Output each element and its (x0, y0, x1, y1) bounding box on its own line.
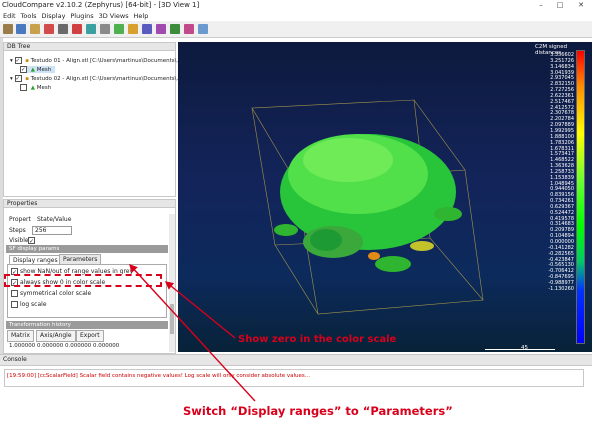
scale-tick-list: 3.356602 3.251726 3.146834 3.041939 2.937045… (542, 52, 574, 293)
steps-label: Steps (9, 227, 26, 234)
scale-bar-line (485, 349, 555, 350)
sample-icon[interactable] (114, 24, 124, 34)
symmetrical-checkbox[interactable] (11, 290, 18, 297)
save-icon[interactable] (16, 24, 26, 34)
menu-help[interactable]: Help (134, 12, 149, 20)
tab-axis-angle[interactable]: Axis/Angle (36, 330, 76, 342)
menu-plugins[interactable]: Plugins (70, 12, 93, 20)
3d-scene (251, 99, 484, 315)
annotation-switch: Switch “Display ranges” to “Parameters” (183, 404, 453, 418)
tree-item-testudo-02[interactable]: ▾ ✓ ▪ Testudo 02 - Align.stl [C:\Users\m… (10, 75, 182, 82)
clone-icon[interactable] (30, 24, 40, 34)
log-scale-checkbox[interactable] (11, 301, 18, 308)
menu-display[interactable]: Display (41, 12, 65, 20)
db-tree-panel: DB Tree ▾ ✓ ▪ Testudo 01 - Align.stl [C:… (3, 42, 182, 197)
tree-checkbox[interactable]: ✓ (14, 57, 22, 64)
tab-matrix[interactable]: Matrix (7, 330, 34, 342)
segment-icon[interactable] (100, 24, 110, 34)
align-icon[interactable] (142, 24, 152, 34)
highlight-box (4, 274, 162, 287)
tab-export[interactable]: Export (76, 330, 104, 342)
scale-tick-label: -1.130260 (548, 285, 574, 292)
db-tree-header: DB Tree (4, 43, 175, 51)
option-log-scale[interactable]: log scale (11, 301, 47, 308)
transformation-history-section: Transformation history (6, 321, 168, 329)
tree-item-label: Testudo 01 - Align.stl [C:\Users\martinu… (30, 58, 182, 64)
tree-expand-icon[interactable]: ▾ (10, 58, 13, 64)
option-label: symmetrical color scale (20, 290, 92, 297)
translate-icon[interactable] (86, 24, 96, 34)
tree-item-label: Mesh (36, 85, 52, 91)
menu-edit[interactable]: Edit (3, 12, 16, 20)
menu-tools[interactable]: Tools (21, 12, 37, 20)
normals-icon[interactable] (170, 24, 180, 34)
tree-item-testudo-01[interactable]: ▾ ✓ ▪ Testudo 01 - Align.stl [C:\Users\m… (10, 57, 182, 64)
menu-3d-views[interactable]: 3D Views (99, 12, 129, 20)
minimize-button[interactable]: – (534, 0, 548, 11)
menu-bar: Edit Tools Display Plugins 3D Views Help (0, 11, 592, 21)
folder-icon: ▪ (25, 76, 29, 82)
visible-checkbox[interactable]: ✓ (28, 237, 35, 245)
window-title: CloudCompare v2.10.2 (Zephyrus) [64-bit]… (2, 1, 200, 9)
console-log: [19:59:00] [ccScalarField] Scalar field … (4, 369, 584, 387)
tree-checkbox[interactable] (20, 84, 27, 91)
title-bar: CloudCompare v2.10.2 (Zephyrus) [64-bit]… (0, 0, 592, 11)
option-symmetrical[interactable]: symmetrical color scale (11, 290, 91, 297)
mesh-icon: ▲ (30, 67, 35, 73)
folder-icon: ▪ (25, 58, 29, 64)
mesh-icon: ▲ (30, 85, 35, 91)
merge-icon[interactable] (58, 24, 68, 34)
turtle-mesh (274, 134, 462, 272)
annotation-zero: Show zero in the color scale (238, 334, 397, 345)
properties-col-value: State/Value (37, 216, 72, 223)
sf-display-params-section: SF display params (6, 245, 168, 253)
open-icon[interactable] (3, 24, 13, 34)
close-button[interactable]: ✕ (574, 0, 588, 11)
delete-icon[interactable] (72, 24, 82, 34)
option-label: log scale (20, 301, 47, 308)
3d-view[interactable] (178, 42, 592, 352)
tree-item-label: Testudo 02 - Align.stl [C:\Users\martinu… (30, 76, 182, 82)
scalar-icon[interactable] (184, 24, 194, 34)
toolbar (0, 21, 592, 38)
tree-item-label: Mesh (36, 67, 52, 73)
matrix-row: 1.000000 0.000000 0.000000 0.000000 (9, 343, 120, 349)
distance-icon[interactable] (128, 24, 138, 34)
properties-col-property: Propert (9, 216, 31, 223)
maximize-button[interactable]: □ (553, 0, 567, 11)
tree-checkbox[interactable]: ✓ (20, 66, 27, 73)
tree-item-mesh[interactable]: ▲ Mesh (20, 84, 51, 91)
console-panel: Console [19:59:00] [ccScalarField] Scala… (0, 354, 592, 390)
scale-bar-value: 45 (521, 345, 528, 351)
visible-label: Visible (9, 237, 29, 244)
tree-checkbox[interactable]: ✓ (14, 75, 22, 82)
scrollbar-thumb[interactable] (170, 304, 174, 334)
console-header: Console (0, 355, 592, 366)
tree-item-mesh-selected[interactable]: ✓ ▲ Mesh (20, 66, 56, 73)
tree-expand-icon[interactable]: ▾ (10, 76, 13, 82)
steps-input[interactable]: 256 (32, 226, 72, 235)
properties-scrollbar[interactable] (169, 214, 175, 352)
properties-header: Properties (4, 200, 175, 208)
edit-icon[interactable] (44, 24, 54, 34)
parameters-pane: ✓ show NaN/out of range values in grey ✓ a… (7, 264, 167, 318)
view-icon[interactable] (198, 24, 208, 34)
filter-icon[interactable] (156, 24, 166, 34)
color-scale-bar (576, 50, 585, 344)
